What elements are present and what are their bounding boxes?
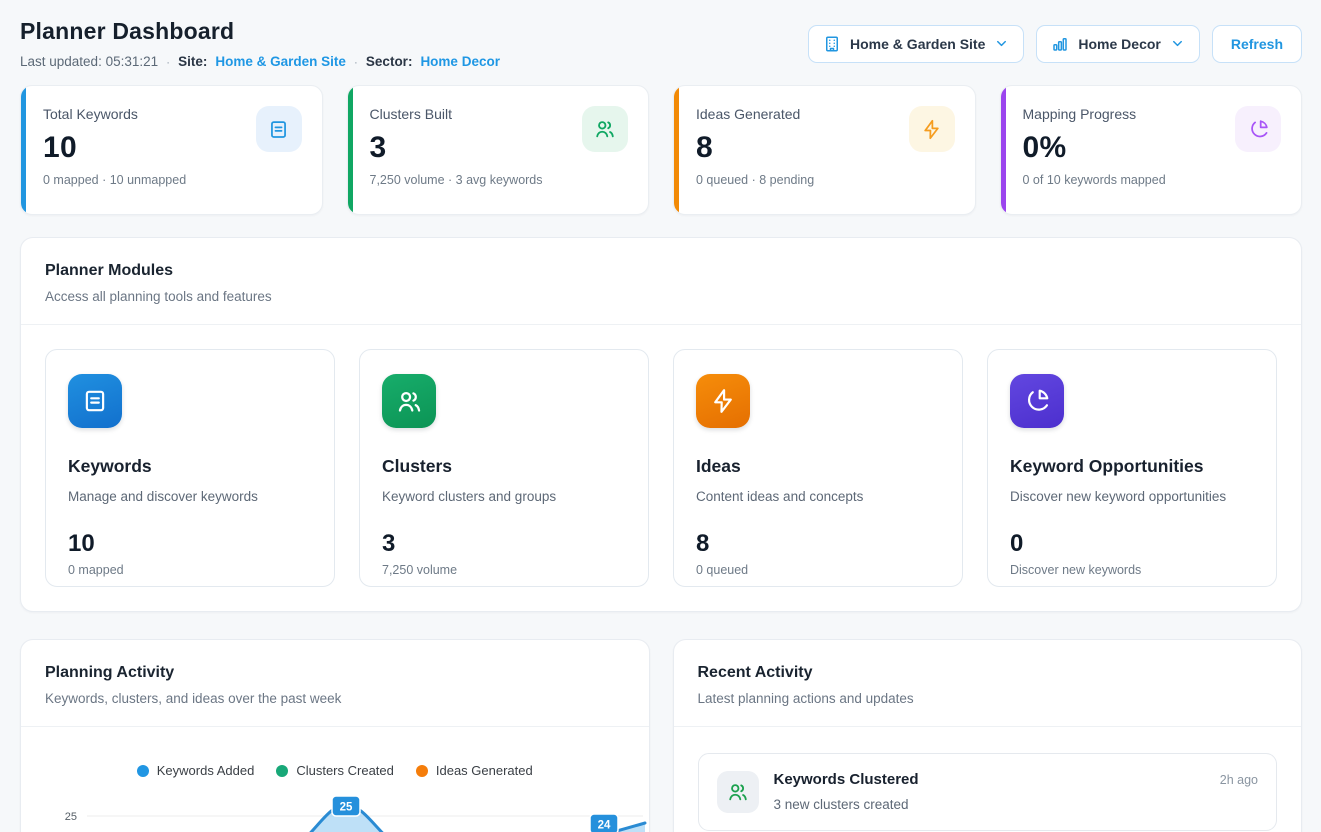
module-sub: 7,250 volume bbox=[382, 563, 626, 577]
meta-separator: · bbox=[166, 55, 170, 69]
svg-text:25: 25 bbox=[340, 802, 353, 814]
legend-item-keywords-added[interactable]: Keywords Added bbox=[137, 763, 255, 778]
stat-sub: 7,250 volume · 3 avg keywords bbox=[370, 173, 629, 187]
planner-modules-panel: Planner Modules Access all planning tool… bbox=[20, 237, 1302, 612]
stat-card-total-keywords: Total Keywords 10 0 mapped · 10 unmapped bbox=[20, 85, 323, 215]
modules-subtitle: Access all planning tools and features bbox=[45, 289, 1277, 304]
chevron-down-icon bbox=[1170, 36, 1185, 51]
meta-separator: · bbox=[354, 55, 358, 69]
header-controls: Home & Garden Site Home Decor bbox=[808, 25, 1302, 63]
site-label: Site: bbox=[178, 54, 207, 69]
last-updated-text: Last updated: 05:31:21 bbox=[20, 54, 158, 69]
bottom-row: Planning Activity Keywords, clusters, an… bbox=[20, 639, 1302, 832]
pie-chart-icon bbox=[1010, 374, 1064, 428]
sector-link[interactable]: Home Decor bbox=[420, 54, 500, 69]
sector-label: Sector: bbox=[366, 54, 413, 69]
file-lines-icon bbox=[68, 374, 122, 428]
users-icon bbox=[582, 106, 628, 152]
stat-card-ideas-generated: Ideas Generated 8 0 queued · 8 pending bbox=[673, 85, 976, 215]
stat-card-clusters-built: Clusters Built 3 7,250 volume · 3 avg ke… bbox=[347, 85, 650, 215]
pie-chart-icon bbox=[1235, 106, 1281, 152]
legend-dot bbox=[416, 765, 428, 777]
module-title: Ideas bbox=[696, 456, 940, 477]
legend-label: Keywords Added bbox=[157, 763, 255, 778]
site-select-value: Home & Garden Site bbox=[850, 36, 985, 52]
users-icon bbox=[717, 771, 759, 813]
activity-body: Keywords Clustered 2h ago 3 new clusters… bbox=[774, 771, 1259, 812]
building-icon bbox=[823, 35, 841, 53]
file-lines-icon bbox=[256, 106, 302, 152]
planning-activity-panel: Planning Activity Keywords, clusters, an… bbox=[20, 639, 650, 832]
modules-panel-header: Planner Modules Access all planning tool… bbox=[21, 238, 1301, 325]
stat-card-mapping-progress: Mapping Progress 0% 0 of 10 keywords map… bbox=[1000, 85, 1303, 215]
module-value: 10 bbox=[68, 530, 312, 558]
modules-title: Planner Modules bbox=[45, 262, 1277, 280]
zap-icon bbox=[696, 374, 750, 428]
module-card-ideas[interactable]: Ideas Content ideas and concepts 8 0 que… bbox=[673, 349, 963, 587]
stat-sub: 0 queued · 8 pending bbox=[696, 173, 955, 187]
module-title: Clusters bbox=[382, 456, 626, 477]
zap-icon bbox=[909, 106, 955, 152]
activity-time: 2h ago bbox=[1220, 773, 1258, 787]
refresh-button[interactable]: Refresh bbox=[1212, 25, 1302, 63]
legend-item-ideas-generated[interactable]: Ideas Generated bbox=[416, 763, 533, 778]
y-axis-tick: 25 bbox=[65, 811, 77, 823]
module-title: Keyword Opportunities bbox=[1010, 456, 1254, 477]
chart-legend: Keywords Added Clusters Created Ideas Ge… bbox=[21, 763, 649, 778]
planning-activity-subtitle: Keywords, clusters, and ideas over the p… bbox=[45, 691, 625, 706]
sector-select-value: Home Decor bbox=[1078, 36, 1160, 52]
activity-title: Keywords Clustered bbox=[774, 771, 919, 788]
module-description: Manage and discover keywords bbox=[68, 489, 312, 504]
planning-activity-header: Planning Activity Keywords, clusters, an… bbox=[21, 640, 649, 727]
svg-text:24: 24 bbox=[598, 820, 611, 832]
module-card-keyword-opportunities[interactable]: Keyword Opportunities Discover new keywo… bbox=[987, 349, 1277, 587]
module-description: Discover new keyword opportunities bbox=[1010, 489, 1254, 504]
activity-description: 3 new clusters created bbox=[774, 797, 1259, 812]
legend-label: Clusters Created bbox=[296, 763, 394, 778]
point-label-right: 24 bbox=[590, 814, 618, 832]
module-title: Keywords bbox=[68, 456, 312, 477]
legend-item-clusters-created[interactable]: Clusters Created bbox=[276, 763, 394, 778]
stats-row: Total Keywords 10 0 mapped · 10 unmapped… bbox=[20, 85, 1302, 215]
legend-dot bbox=[137, 765, 149, 777]
legend-dot bbox=[276, 765, 288, 777]
recent-activity-title: Recent Activity bbox=[698, 664, 1278, 682]
stat-sub: 0 mapped · 10 unmapped bbox=[43, 173, 302, 187]
module-value: 3 bbox=[382, 530, 626, 558]
module-card-clusters[interactable]: Clusters Keyword clusters and groups 3 7… bbox=[359, 349, 649, 587]
legend-label: Ideas Generated bbox=[436, 763, 533, 778]
module-sub: 0 mapped bbox=[68, 563, 312, 577]
module-description: Keyword clusters and groups bbox=[382, 489, 626, 504]
module-sub: 0 queued bbox=[696, 563, 940, 577]
page-title: Planner Dashboard bbox=[20, 18, 500, 45]
activity-item-keywords-clustered: Keywords Clustered 2h ago 3 new clusters… bbox=[698, 753, 1278, 831]
module-value: 8 bbox=[696, 530, 940, 558]
page-header: Planner Dashboard Last updated: 05:31:21… bbox=[20, 18, 1302, 69]
sector-select[interactable]: Home Decor bbox=[1036, 25, 1199, 63]
modules-grid: Keywords Manage and discover keywords 10… bbox=[21, 325, 1301, 611]
stat-sub: 0 of 10 keywords mapped bbox=[1023, 173, 1282, 187]
header-titles: Planner Dashboard Last updated: 05:31:21… bbox=[20, 18, 500, 69]
planning-activity-title: Planning Activity bbox=[45, 664, 625, 682]
module-sub: Discover new keywords bbox=[1010, 563, 1254, 577]
bar-chart-icon bbox=[1051, 35, 1069, 53]
activity-list: Keywords Clustered 2h ago 3 new clusters… bbox=[674, 727, 1302, 832]
page-meta: Last updated: 05:31:21 · Site: Home & Ga… bbox=[20, 54, 500, 69]
recent-activity-header: Recent Activity Latest planning actions … bbox=[674, 640, 1302, 727]
recent-activity-panel: Recent Activity Latest planning actions … bbox=[673, 639, 1303, 832]
chevron-down-icon bbox=[994, 36, 1009, 51]
planner-dashboard-page: Planner Dashboard Last updated: 05:31:21… bbox=[0, 0, 1321, 832]
module-card-keywords[interactable]: Keywords Manage and discover keywords 10… bbox=[45, 349, 335, 587]
planning-activity-chart[interactable]: 25 25 24 bbox=[21, 787, 650, 832]
site-select[interactable]: Home & Garden Site bbox=[808, 25, 1024, 63]
module-description: Content ideas and concepts bbox=[696, 489, 940, 504]
recent-activity-subtitle: Latest planning actions and updates bbox=[698, 691, 1278, 706]
module-value: 0 bbox=[1010, 530, 1254, 558]
site-link[interactable]: Home & Garden Site bbox=[215, 54, 346, 69]
point-label-peak: 25 bbox=[332, 796, 360, 816]
users-icon bbox=[382, 374, 436, 428]
